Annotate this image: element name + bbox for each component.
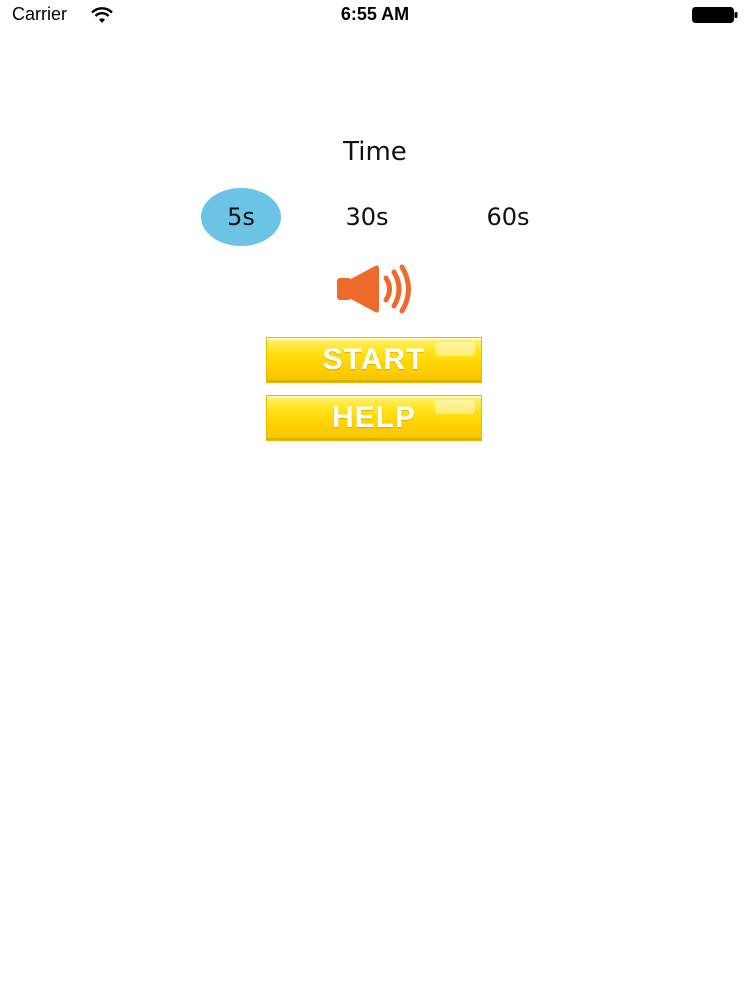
status-time: 6:55 AM — [340, 4, 410, 24]
help-button[interactable]: HELP — [266, 395, 482, 441]
time-option-5s[interactable]: 5s — [201, 188, 281, 246]
start-button[interactable]: START — [266, 337, 482, 383]
time-title: Time — [343, 137, 407, 167]
help-button-label: HELP — [331, 401, 416, 434]
app-screen: Carrier 6:55 AM Time 5s 30s 60s START HE… — [0, 0, 750, 1000]
speaker-icon[interactable] — [335, 262, 417, 316]
battery-icon — [692, 7, 738, 23]
start-button-label: START — [322, 343, 426, 376]
button-shine — [435, 400, 475, 414]
time-option-60s[interactable]: 60s — [468, 188, 548, 246]
time-option-30s[interactable]: 30s — [327, 188, 407, 246]
button-shine — [435, 342, 475, 356]
status-bar: Carrier 6:55 AM — [0, 0, 750, 30]
